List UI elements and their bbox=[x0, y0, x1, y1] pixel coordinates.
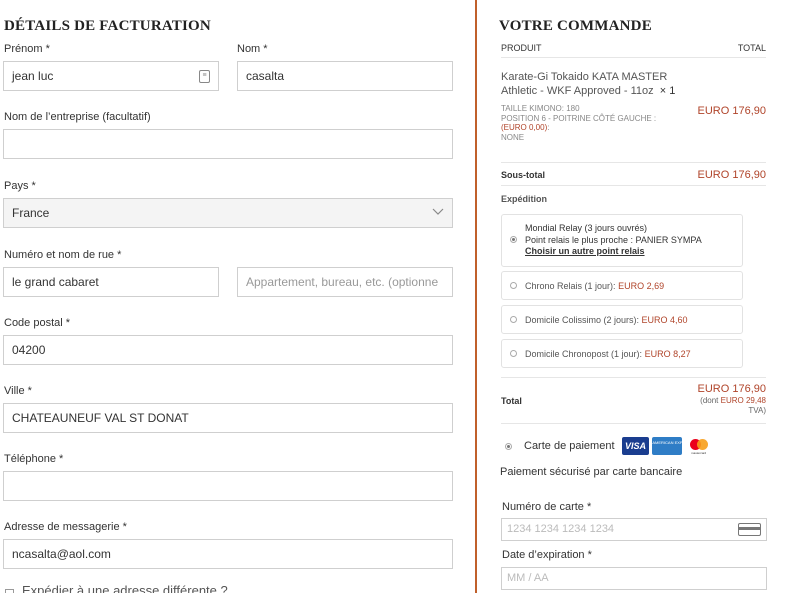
shipping-radio[interactable] bbox=[510, 236, 517, 243]
total-tax-prefix: (dont bbox=[700, 396, 719, 405]
street-label: Numéro et nom de rue * bbox=[4, 249, 122, 261]
last-name-value: casalta bbox=[246, 69, 285, 83]
shipping-radio[interactable] bbox=[510, 316, 517, 323]
shipping-radio[interactable] bbox=[510, 282, 517, 289]
street-field[interactable]: le grand cabaret bbox=[3, 267, 219, 297]
street-value: le grand cabaret bbox=[12, 275, 99, 289]
item-name-line1: Karate-Gi Tokaido KATA MASTER bbox=[501, 71, 668, 83]
street2-placeholder: Appartement, bureau, etc. (optionne bbox=[246, 275, 439, 289]
shipping-option-chronopost[interactable]: Domicile Chronopost (1 jour): EURO 8,27 bbox=[501, 339, 743, 368]
city-value: CHATEAUNEUF VAL ST DONAT bbox=[12, 411, 189, 425]
total-value: EURO 176,90 bbox=[697, 383, 766, 395]
postcode-value: 04200 bbox=[12, 343, 46, 357]
first-name-value: jean luc bbox=[12, 69, 54, 83]
divider bbox=[501, 57, 766, 58]
total-column-header: TOTAL bbox=[737, 43, 766, 53]
street2-field[interactable]: Appartement, bureau, etc. (optionne bbox=[237, 267, 453, 297]
expiry-field[interactable]: MM / AA bbox=[501, 567, 767, 590]
order-item: Karate-Gi Tokaido KATA MASTER Athletic -… bbox=[501, 70, 766, 98]
billing-title: DÉTAILS DE FACTURATION bbox=[4, 18, 211, 34]
shipping-option-title: Mondial Relay (3 jours ouvrés) bbox=[525, 223, 648, 233]
company-field[interactable] bbox=[3, 129, 453, 159]
email-value: ncasalta@aol.com bbox=[12, 547, 111, 561]
shipping-option-colissimo[interactable]: Domicile Colissimo (2 jours): EURO 4,60 bbox=[501, 305, 743, 334]
shipping-option-price: EURO 8,27 bbox=[644, 349, 691, 359]
mastercard-icon: mastercard bbox=[686, 437, 712, 455]
shipping-radio[interactable] bbox=[510, 350, 517, 357]
item-meta-position-price: (EURO 0,00) bbox=[501, 123, 548, 132]
payment-method-label[interactable]: Carte de paiement bbox=[524, 440, 615, 452]
shipping-option-price: EURO 2,69 bbox=[618, 281, 665, 291]
shipping-label: Expédition bbox=[501, 194, 548, 204]
shipping-option-label: Domicile Chronopost (1 jour): bbox=[525, 349, 643, 359]
city-label: Ville * bbox=[4, 385, 32, 397]
company-label: Nom de l’entreprise (facultatif) bbox=[4, 111, 151, 123]
item-name-line2: Athletic - WKF Approved - 11oz bbox=[501, 85, 654, 97]
card-number-field[interactable]: 1234 1234 1234 1234 bbox=[501, 518, 767, 541]
chevron-down-icon bbox=[432, 208, 444, 215]
last-name-field[interactable]: casalta bbox=[237, 61, 453, 91]
first-name-field[interactable]: jean luc ≡ bbox=[3, 61, 219, 91]
mastercard-label: mastercard bbox=[691, 451, 707, 455]
visa-icon: VISA bbox=[622, 437, 649, 455]
credit-card-icon bbox=[738, 523, 761, 536]
divider bbox=[501, 423, 766, 424]
divider bbox=[501, 377, 766, 378]
choose-relay-link[interactable]: Choisir un autre point relais bbox=[525, 246, 702, 258]
subtotal-value: EURO 176,90 bbox=[697, 169, 766, 181]
last-name-label: Nom * bbox=[237, 43, 268, 55]
contact-card-icon[interactable]: ≡ bbox=[199, 70, 210, 83]
total-block: EURO 176,90 (dont EURO 29,48 TVA) bbox=[698, 383, 766, 416]
item-price: EURO 176,90 bbox=[697, 105, 766, 117]
phone-label: Téléphone * bbox=[4, 453, 64, 465]
country-value: France bbox=[12, 206, 50, 220]
card-logos: VISA AMERICAN EXPRESS mastercard bbox=[622, 437, 712, 455]
shipping-option-mondial-relay[interactable]: Mondial Relay (3 jours ouvrés) Point rel… bbox=[501, 214, 743, 267]
shipping-option-chrono-relais[interactable]: Chrono Relais (1 jour): EURO 2,69 bbox=[501, 271, 743, 300]
item-meta-none: NONE bbox=[501, 132, 525, 142]
country-select[interactable]: France bbox=[3, 198, 453, 228]
product-column-header: PRODUIT bbox=[501, 43, 542, 53]
card-number-label: Numéro de carte * bbox=[502, 501, 592, 513]
email-label: Adresse de messagerie * bbox=[4, 521, 127, 533]
shipping-option-label: Domicile Colissimo (2 jours): bbox=[525, 315, 640, 325]
expiry-placeholder: MM / AA bbox=[507, 572, 549, 584]
payment-description: Paiement sécurisé par carte bancaire bbox=[500, 466, 683, 478]
amex-icon: AMERICAN EXPRESS bbox=[652, 437, 683, 455]
city-field[interactable]: CHATEAUNEUF VAL ST DONAT bbox=[3, 403, 453, 433]
expiry-label: Date d’expiration * bbox=[502, 549, 592, 561]
order-section: VOTRE COMMANDE PRODUIT TOTAL Karate-Gi T… bbox=[475, 0, 788, 593]
postcode-field[interactable]: 04200 bbox=[3, 335, 453, 365]
divider bbox=[501, 162, 766, 163]
ship-different-label[interactable]: Expédier à une adresse différente ? bbox=[22, 583, 228, 593]
payment-radio[interactable] bbox=[505, 443, 512, 450]
card-number-placeholder: 1234 1234 1234 1234 bbox=[507, 523, 615, 535]
country-label: Pays * bbox=[4, 180, 36, 192]
phone-field[interactable] bbox=[3, 471, 453, 501]
order-title: VOTRE COMMANDE bbox=[499, 18, 652, 34]
first-name-label: Prénom * bbox=[4, 43, 50, 55]
total-tax-value: EURO 29,48 bbox=[720, 396, 766, 405]
email-field[interactable]: ncasalta@aol.com bbox=[3, 539, 453, 569]
total-tax-suffix: TVA) bbox=[748, 406, 766, 415]
item-quantity: × 1 bbox=[659, 85, 676, 97]
order-table-header: PRODUIT TOTAL bbox=[501, 43, 766, 53]
shipping-option-label: Chrono Relais (1 jour): bbox=[525, 281, 616, 291]
divider bbox=[501, 185, 766, 186]
billing-section: DÉTAILS DE FACTURATION Prénom * jean luc… bbox=[0, 0, 462, 593]
shipping-option-detail: Point relais le plus proche : PANIER SYM… bbox=[525, 234, 702, 245]
item-meta-position-suffix: : bbox=[547, 123, 550, 132]
ship-different-checkbox[interactable] bbox=[5, 589, 14, 593]
shipping-option-price: EURO 4,60 bbox=[641, 315, 688, 325]
postcode-label: Code postal * bbox=[4, 317, 71, 329]
